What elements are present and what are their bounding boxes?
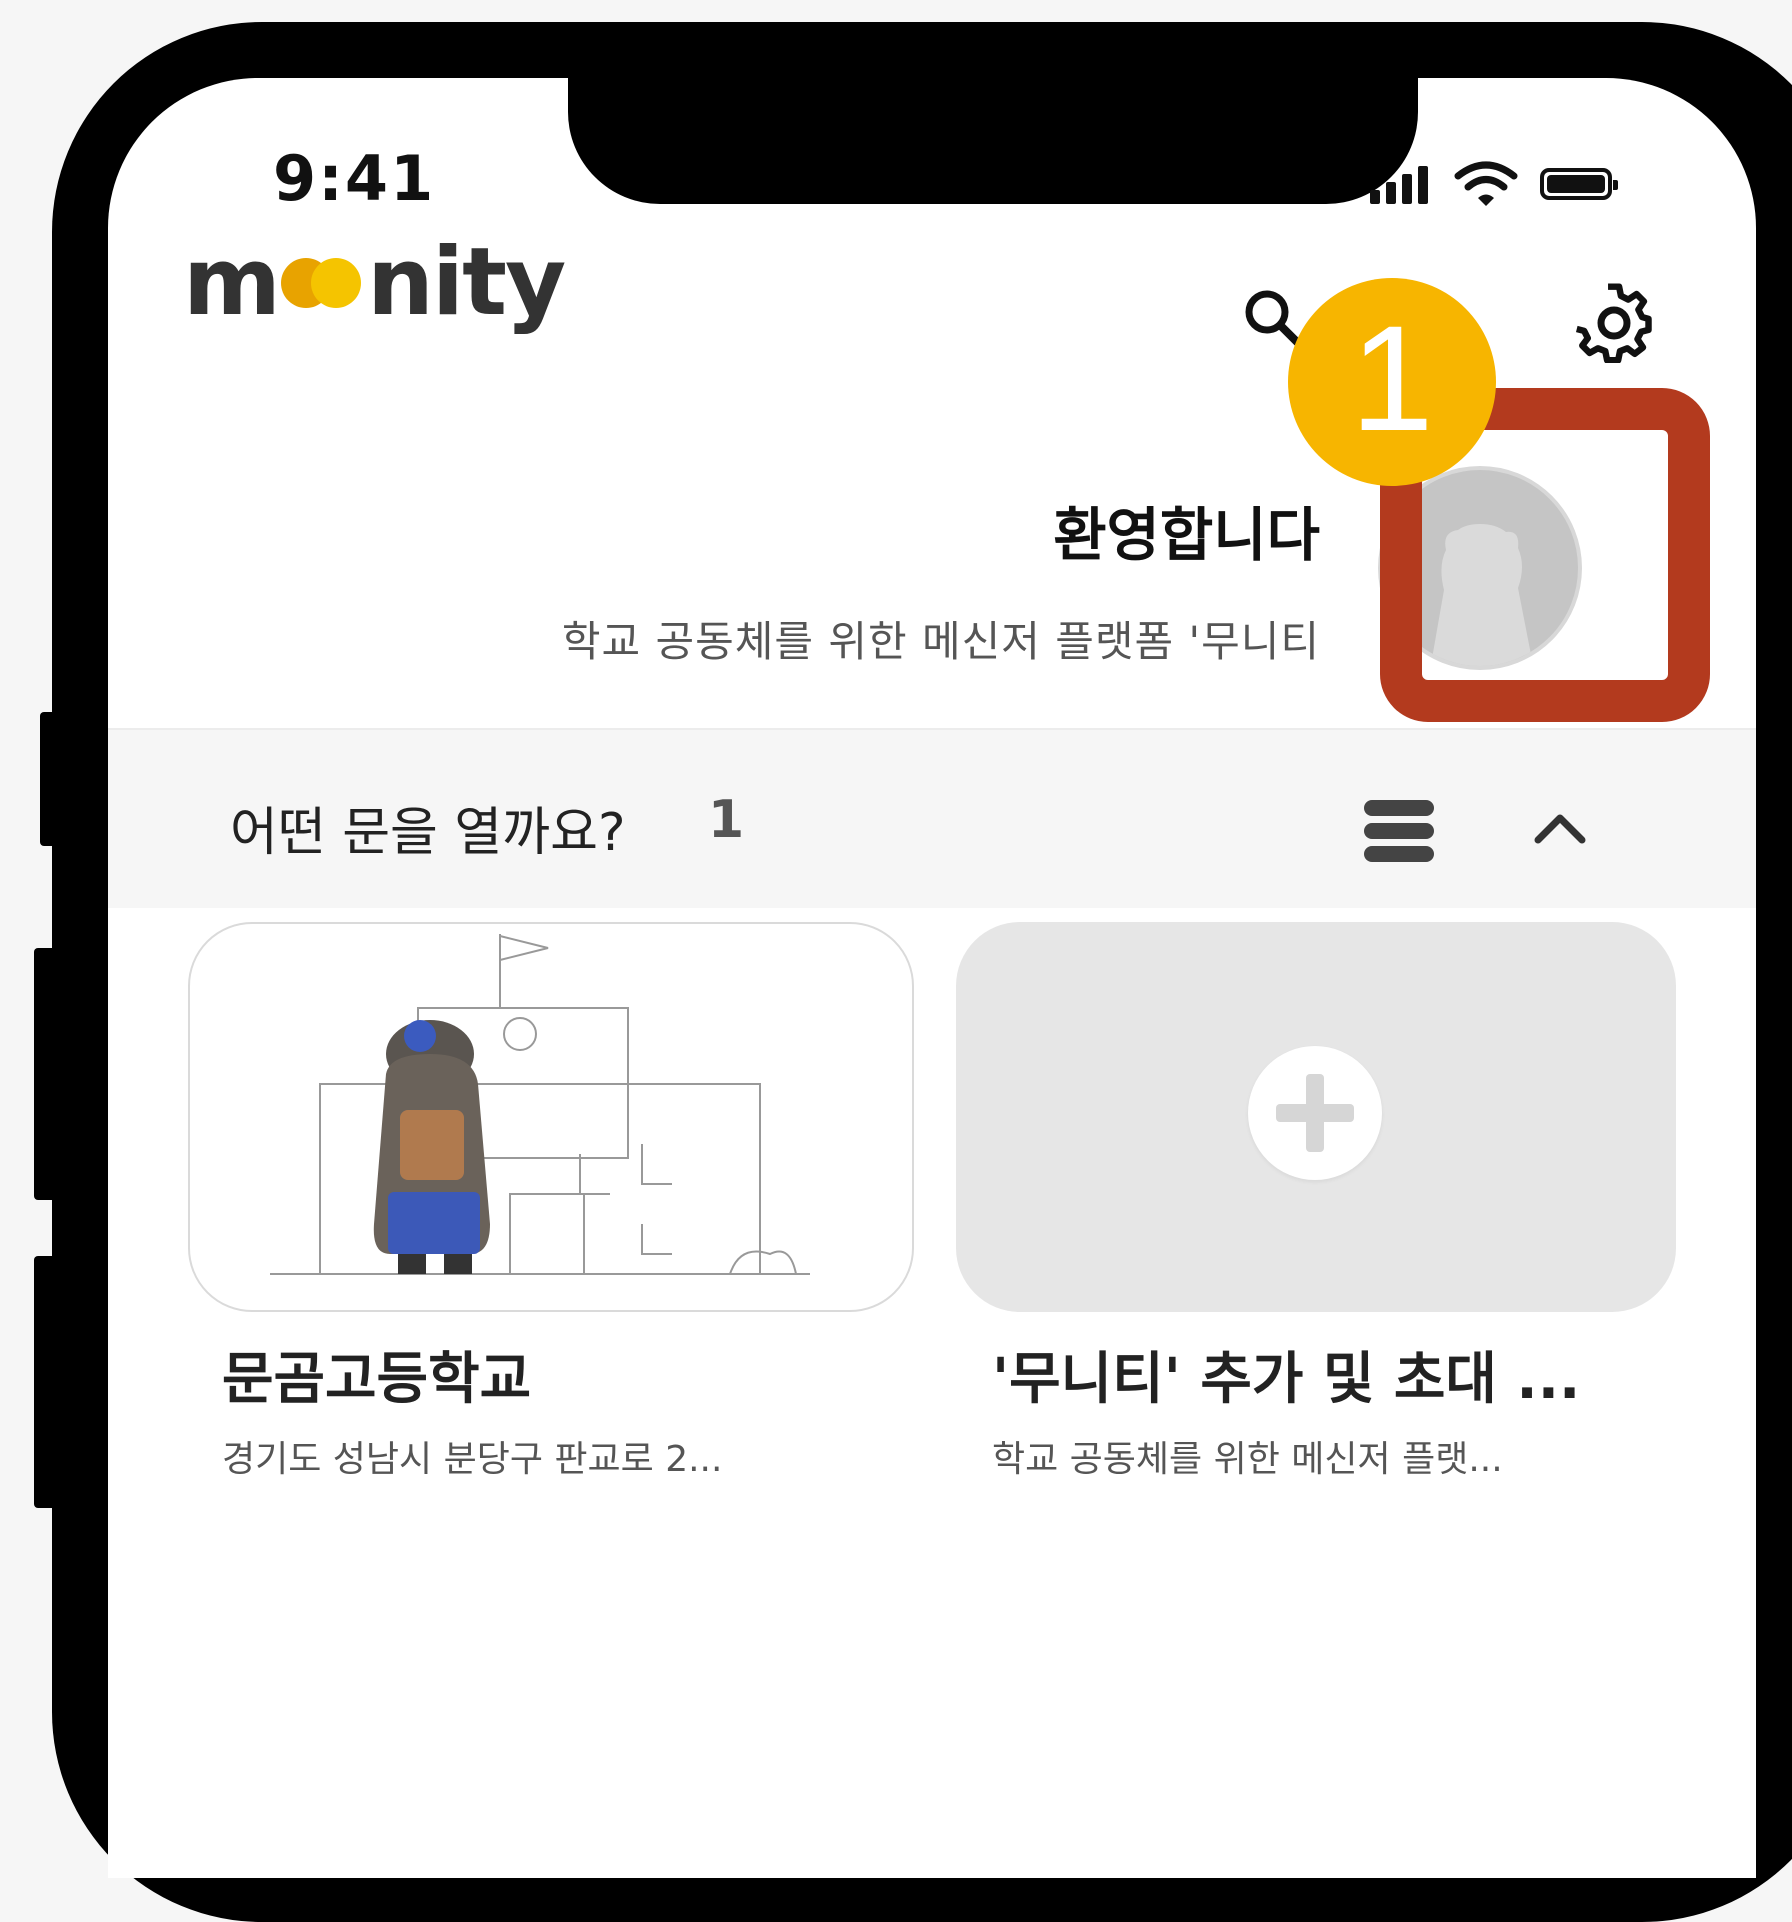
phone-screen: 9:41 m nity 환영합니다 학교 공동체를 위한 메신저 플랫폼 '무니… (108, 78, 1756, 1878)
chevron-up-icon[interactable] (1534, 812, 1586, 848)
volume-up-button (34, 948, 90, 1200)
add-door-card[interactable] (956, 922, 1676, 1312)
section-title: 어떤 문을 열까요? (230, 803, 626, 863)
welcome-subtitle: 학교 공동체를 위한 메신저 플랫폼 '무니티 (561, 617, 1320, 666)
wifi-icon (1454, 160, 1518, 212)
list-view-icon[interactable] (1362, 798, 1436, 868)
add-card-title: '무니티' 추가 및 초대 ... (992, 1347, 1581, 1412)
school-card[interactable] (188, 922, 914, 1312)
school-illustration (270, 934, 810, 1275)
status-time: 9:41 (273, 142, 436, 215)
step-number-badge: 1 (1288, 278, 1496, 486)
cellular-signal-icon (1370, 166, 1428, 204)
battery-icon (1540, 168, 1618, 200)
gear-icon[interactable] (1574, 283, 1654, 367)
school-name: 문곰고등학교 (222, 1347, 532, 1412)
plus-icon[interactable] (1248, 1046, 1382, 1180)
notch (568, 78, 1418, 204)
section-count-badge: 1 (708, 790, 745, 850)
moonity-logo: m nity (183, 228, 566, 337)
school-address: 경기도 성남시 분당구 판교로 2... (222, 1439, 723, 1480)
welcome-title: 환영합니다 (1053, 501, 1320, 569)
silent-switch (40, 712, 96, 846)
volume-down-button (34, 1256, 90, 1508)
add-card-subtitle: 학교 공동체를 위한 메신저 플랫... (992, 1439, 1503, 1480)
